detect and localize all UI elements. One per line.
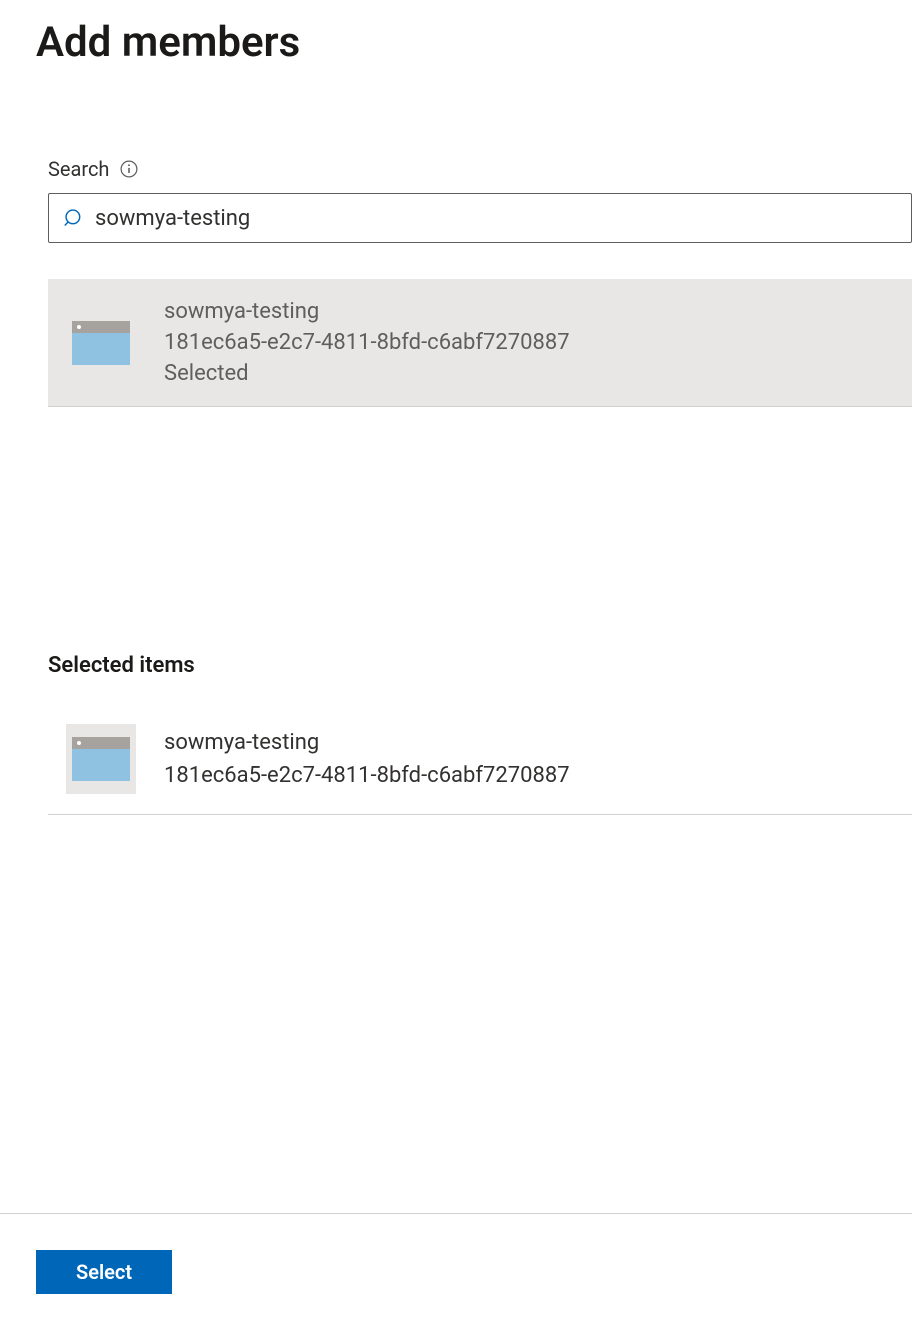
- result-name: sowmya-testing: [164, 299, 570, 324]
- page-title: Add members: [0, 0, 912, 67]
- search-label: Search: [48, 157, 109, 181]
- result-row[interactable]: sowmya-testing 181ec6a5-e2c7-4811-8bfd-c…: [48, 279, 912, 407]
- selected-title: Selected items: [48, 653, 912, 678]
- info-icon[interactable]: [119, 159, 139, 179]
- selected-item-id: 181ec6a5-e2c7-4811-8bfd-c6abf7270887: [164, 763, 570, 788]
- search-input[interactable]: [95, 206, 897, 231]
- footer: Select: [0, 1213, 912, 1322]
- search-section: Search: [0, 67, 912, 243]
- selected-section: Selected items sowmya-testing 181ec6a5-e…: [0, 407, 912, 815]
- selected-row[interactable]: sowmya-testing 181ec6a5-e2c7-4811-8bfd-c…: [48, 714, 912, 815]
- select-button[interactable]: Select: [36, 1250, 172, 1294]
- app-icon: [66, 308, 136, 378]
- app-icon: [66, 724, 136, 794]
- results-section: sowmya-testing 181ec6a5-e2c7-4811-8bfd-c…: [0, 279, 912, 407]
- search-input-wrapper[interactable]: [48, 193, 912, 243]
- result-status: Selected: [164, 361, 570, 386]
- result-id: 181ec6a5-e2c7-4811-8bfd-c6abf7270887: [164, 330, 570, 355]
- selected-item-name: sowmya-testing: [164, 730, 570, 755]
- search-icon: [63, 207, 85, 229]
